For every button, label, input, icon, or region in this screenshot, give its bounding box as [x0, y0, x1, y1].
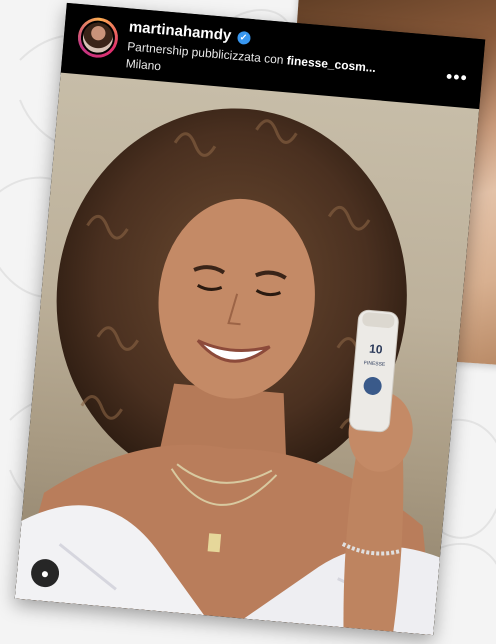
verified-icon: ✓ [236, 30, 251, 45]
avatar-image [79, 19, 117, 57]
paid-partnership-label: Partnership pubblicizzata con finesse_co… [127, 39, 377, 75]
necklace-pendant [207, 533, 222, 553]
portrait-illustration: 10 FINESSE [14, 108, 440, 636]
post-photo[interactable]: 10 FINESSE ● [14, 72, 480, 636]
profile-avatar[interactable] [76, 16, 120, 60]
product-label-number: 10 [369, 342, 384, 357]
more-options-icon[interactable]: ••• [445, 66, 469, 89]
partner-link[interactable]: finesse_cosm... [286, 53, 376, 75]
post-location[interactable]: Milano [125, 56, 161, 73]
instagram-post: martinahamdy ✓ Partnership pubblicizzata … [14, 2, 486, 636]
